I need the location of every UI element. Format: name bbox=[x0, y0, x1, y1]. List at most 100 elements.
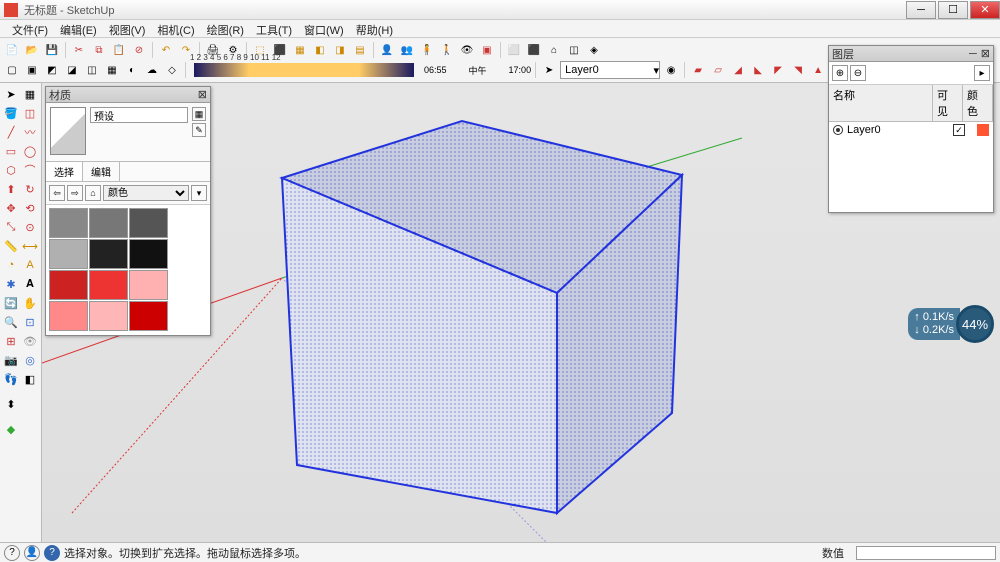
eraser-tool-icon[interactable]: ◫ bbox=[21, 104, 39, 122]
rect-tool-icon[interactable]: ▭ bbox=[2, 142, 20, 160]
edges-icon[interactable]: ◇ bbox=[163, 61, 181, 79]
cursor-icon[interactable]: ➤ bbox=[540, 61, 558, 79]
material-category-dropdown[interactable]: 颜色 bbox=[103, 185, 189, 201]
layer-add-icon[interactable]: ⊕ bbox=[832, 65, 848, 81]
menu-file[interactable]: 文件(F) bbox=[6, 20, 54, 37]
styles-icon[interactable]: ◨ bbox=[331, 41, 349, 59]
follow-tool-icon[interactable]: ↻ bbox=[21, 180, 39, 198]
walk-tool-icon[interactable]: 👣 bbox=[2, 370, 20, 388]
walk-icon[interactable]: 🚶 bbox=[438, 41, 456, 59]
layer-row[interactable]: Layer0 ✓ bbox=[829, 122, 993, 138]
sandbox1-icon[interactable]: ▰ bbox=[689, 61, 707, 79]
move-tool-icon[interactable]: ✥ bbox=[2, 199, 20, 217]
position-camera-icon[interactable]: 📷 bbox=[2, 351, 20, 369]
layer-active-radio[interactable] bbox=[833, 125, 843, 135]
material-swatch[interactable] bbox=[129, 239, 168, 269]
iso-icon[interactable]: ⬜ bbox=[505, 41, 523, 59]
sandbox6-icon[interactable]: ◥ bbox=[789, 61, 807, 79]
previous-view-icon[interactable]: 👁 bbox=[21, 332, 39, 350]
select-tool-icon[interactable]: ➤ bbox=[2, 85, 20, 103]
mono-icon[interactable]: ◫ bbox=[83, 61, 101, 79]
top-icon[interactable]: ⬛ bbox=[525, 41, 543, 59]
3dtext-tool-icon[interactable]: 𝐀 bbox=[21, 275, 39, 293]
scenes-icon[interactable]: ▤ bbox=[351, 41, 369, 59]
open-icon[interactable]: 📂 bbox=[23, 41, 41, 59]
status-value-input[interactable] bbox=[856, 546, 996, 560]
materials-tab-edit[interactable]: 编辑 bbox=[83, 162, 120, 181]
sandbox4-icon[interactable]: ◣ bbox=[749, 61, 767, 79]
material-swatch[interactable] bbox=[129, 208, 168, 238]
dimension-tool-icon[interactable]: ⟷ bbox=[21, 237, 39, 255]
material-swatch[interactable] bbox=[49, 239, 88, 269]
layers-panel-close2-icon[interactable]: ⊠ bbox=[981, 47, 990, 60]
zoom-window-icon[interactable]: ⊡ bbox=[21, 313, 39, 331]
materials-panel-close-icon[interactable]: ⊠ bbox=[198, 88, 207, 101]
materials-tab-select[interactable]: 选择 bbox=[46, 162, 83, 181]
line-tool-icon[interactable]: ╱ bbox=[2, 123, 20, 141]
material-swatch[interactable] bbox=[49, 208, 88, 238]
material-swatch[interactable] bbox=[129, 270, 168, 300]
front-icon[interactable]: ⌂ bbox=[545, 41, 563, 59]
material-swatch[interactable] bbox=[129, 301, 168, 331]
look-around-icon[interactable]: ◎ bbox=[21, 351, 39, 369]
material-swatch[interactable] bbox=[49, 270, 88, 300]
layer-options-icon[interactable]: ◉ bbox=[662, 61, 680, 79]
layer-color-swatch[interactable] bbox=[977, 124, 989, 136]
polygon-tool-icon[interactable]: ⬡ bbox=[2, 161, 20, 179]
layer-tool-icon[interactable]: ▦ bbox=[291, 41, 309, 59]
layer-col-name[interactable]: 名称 bbox=[829, 85, 933, 121]
close-button[interactable]: ✕ bbox=[970, 1, 1000, 19]
layers-panel-close-icon[interactable]: ─ bbox=[969, 48, 977, 60]
status-geo-icon[interactable]: 👤 bbox=[24, 545, 40, 561]
menu-tools[interactable]: 工具(T) bbox=[250, 20, 298, 37]
sandbox2-icon[interactable]: ▱ bbox=[709, 61, 727, 79]
menu-camera[interactable]: 相机(C) bbox=[151, 20, 200, 37]
protractor-tool-icon[interactable]: ◔ bbox=[2, 256, 20, 274]
shadow-time-slider[interactable] bbox=[194, 63, 414, 77]
material-swatch[interactable] bbox=[49, 301, 88, 331]
wireframe-icon[interactable]: ▢ bbox=[3, 61, 21, 79]
axes-tool-icon[interactable]: ✱ bbox=[2, 275, 20, 293]
layer-visible-checkbox[interactable]: ✓ bbox=[953, 124, 965, 136]
layers-panel[interactable]: 图层 ─ ⊠ ⊕ ⊖ ▸ 名称 可见 颜色 Layer0 ✓ bbox=[828, 45, 994, 213]
menu-draw[interactable]: 绘图(R) bbox=[201, 20, 250, 37]
extra-tool-icon[interactable]: ⬍ bbox=[2, 395, 20, 413]
layer-col-visible[interactable]: 可见 bbox=[933, 85, 963, 121]
material-swatch[interactable] bbox=[89, 301, 128, 331]
zoom-tool-icon[interactable]: 🔍 bbox=[2, 313, 20, 331]
material-home-icon[interactable]: ⌂ bbox=[85, 185, 101, 201]
network-monitor-widget[interactable]: ↑ 0.1K/s ↓ 0.2K/s 44% bbox=[908, 305, 994, 343]
tape-tool-icon[interactable]: 📏 bbox=[2, 237, 20, 255]
shaded-icon[interactable]: ◩ bbox=[43, 61, 61, 79]
materials-panel[interactable]: 材质 ⊠ ▦ ✎ 选择 编辑 ⇦ ⇨ ⌂ 颜色 ▾ bbox=[45, 86, 211, 336]
material-tool-icon[interactable]: ◧ bbox=[311, 41, 329, 59]
layer-menu-icon[interactable]: ▸ bbox=[974, 65, 990, 81]
material-menu-icon[interactable]: ▾ bbox=[191, 185, 207, 201]
style-panel-icon[interactable]: ▦ bbox=[103, 61, 121, 79]
offset-tool-icon[interactable]: ⊙ bbox=[21, 218, 39, 236]
arc-tool-icon[interactable]: ⌒ bbox=[21, 161, 39, 179]
scale-tool-icon[interactable]: ⤡ bbox=[2, 218, 20, 236]
new-icon[interactable]: 📄 bbox=[3, 41, 21, 59]
text-tool-icon[interactable]: A bbox=[21, 256, 39, 274]
person-icon[interactable]: 👤 bbox=[378, 41, 396, 59]
circle-tool-icon[interactable]: ◯ bbox=[21, 142, 39, 160]
status-help-icon[interactable]: ? bbox=[44, 545, 60, 561]
layer-col-color[interactable]: 颜色 bbox=[963, 85, 993, 121]
delete-icon[interactable]: ⊘ bbox=[130, 41, 148, 59]
rotate-tool-icon[interactable]: ⟲ bbox=[21, 199, 39, 217]
fog-icon[interactable]: ☁ bbox=[143, 61, 161, 79]
orbit-tool-icon[interactable]: 🔄 bbox=[2, 294, 20, 312]
material-swatch[interactable] bbox=[89, 239, 128, 269]
minimize-button[interactable]: ─ bbox=[906, 1, 936, 19]
material-name-input[interactable] bbox=[90, 107, 188, 123]
hidden-line-icon[interactable]: ▣ bbox=[23, 61, 41, 79]
material-preview[interactable] bbox=[50, 107, 86, 155]
material-create-icon[interactable]: ▦ bbox=[192, 107, 206, 121]
component-tool-icon[interactable]: ▦ bbox=[21, 85, 39, 103]
copy-icon[interactable]: ⧉ bbox=[90, 41, 108, 59]
plugin-tool-icon[interactable]: ◆ bbox=[2, 420, 20, 438]
maximize-button[interactable]: ☐ bbox=[938, 1, 968, 19]
material-back-icon[interactable]: ⇦ bbox=[49, 185, 65, 201]
xray-icon[interactable]: ▣ bbox=[478, 41, 496, 59]
